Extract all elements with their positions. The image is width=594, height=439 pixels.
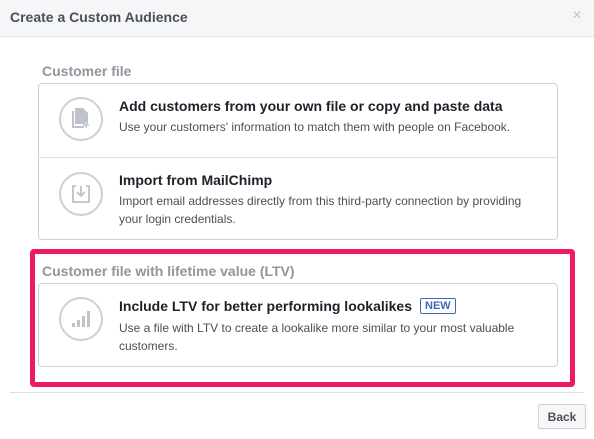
option-title: Import from MailChimp xyxy=(119,172,273,188)
ltv-options-card: Include LTV for better performing lookal… xyxy=(38,283,558,367)
section-label-customer-file: Customer file xyxy=(42,63,132,79)
option-title-row: Include LTV for better performing lookal… xyxy=(119,298,456,314)
new-badge: NEW xyxy=(420,298,456,314)
option-description: Use your customers' information to match… xyxy=(119,120,511,134)
import-icon xyxy=(59,172,103,216)
customer-file-options-card: Add customers from your own file or copy… xyxy=(38,83,558,240)
option-title: Add customers from your own file or copy… xyxy=(119,98,503,114)
option-import-mailchimp[interactable]: Import from MailChimp Import email addre… xyxy=(39,157,557,239)
back-button[interactable]: Back xyxy=(538,404,586,429)
option-title: Include LTV for better performing lookal… xyxy=(119,298,413,314)
option-add-customers-file[interactable]: Add customers from your own file or copy… xyxy=(39,84,557,157)
section-label-ltv: Customer file with lifetime value (LTV) xyxy=(42,263,295,279)
file-add-icon xyxy=(59,97,103,141)
bar-chart-icon xyxy=(59,297,103,341)
option-description: Import email addresses directly from thi… xyxy=(119,194,522,226)
footer-divider xyxy=(10,392,584,393)
dialog-title: Create a Custom Audience xyxy=(10,9,188,25)
create-custom-audience-dialog: Create a Custom Audience × Customer file… xyxy=(0,0,594,439)
option-include-ltv[interactable]: Include LTV for better performing lookal… xyxy=(39,284,557,366)
close-icon[interactable]: × xyxy=(570,8,584,24)
dialog-header: Create a Custom Audience × xyxy=(0,0,594,37)
option-description: Use a file with LTV to create a lookalik… xyxy=(119,321,515,353)
